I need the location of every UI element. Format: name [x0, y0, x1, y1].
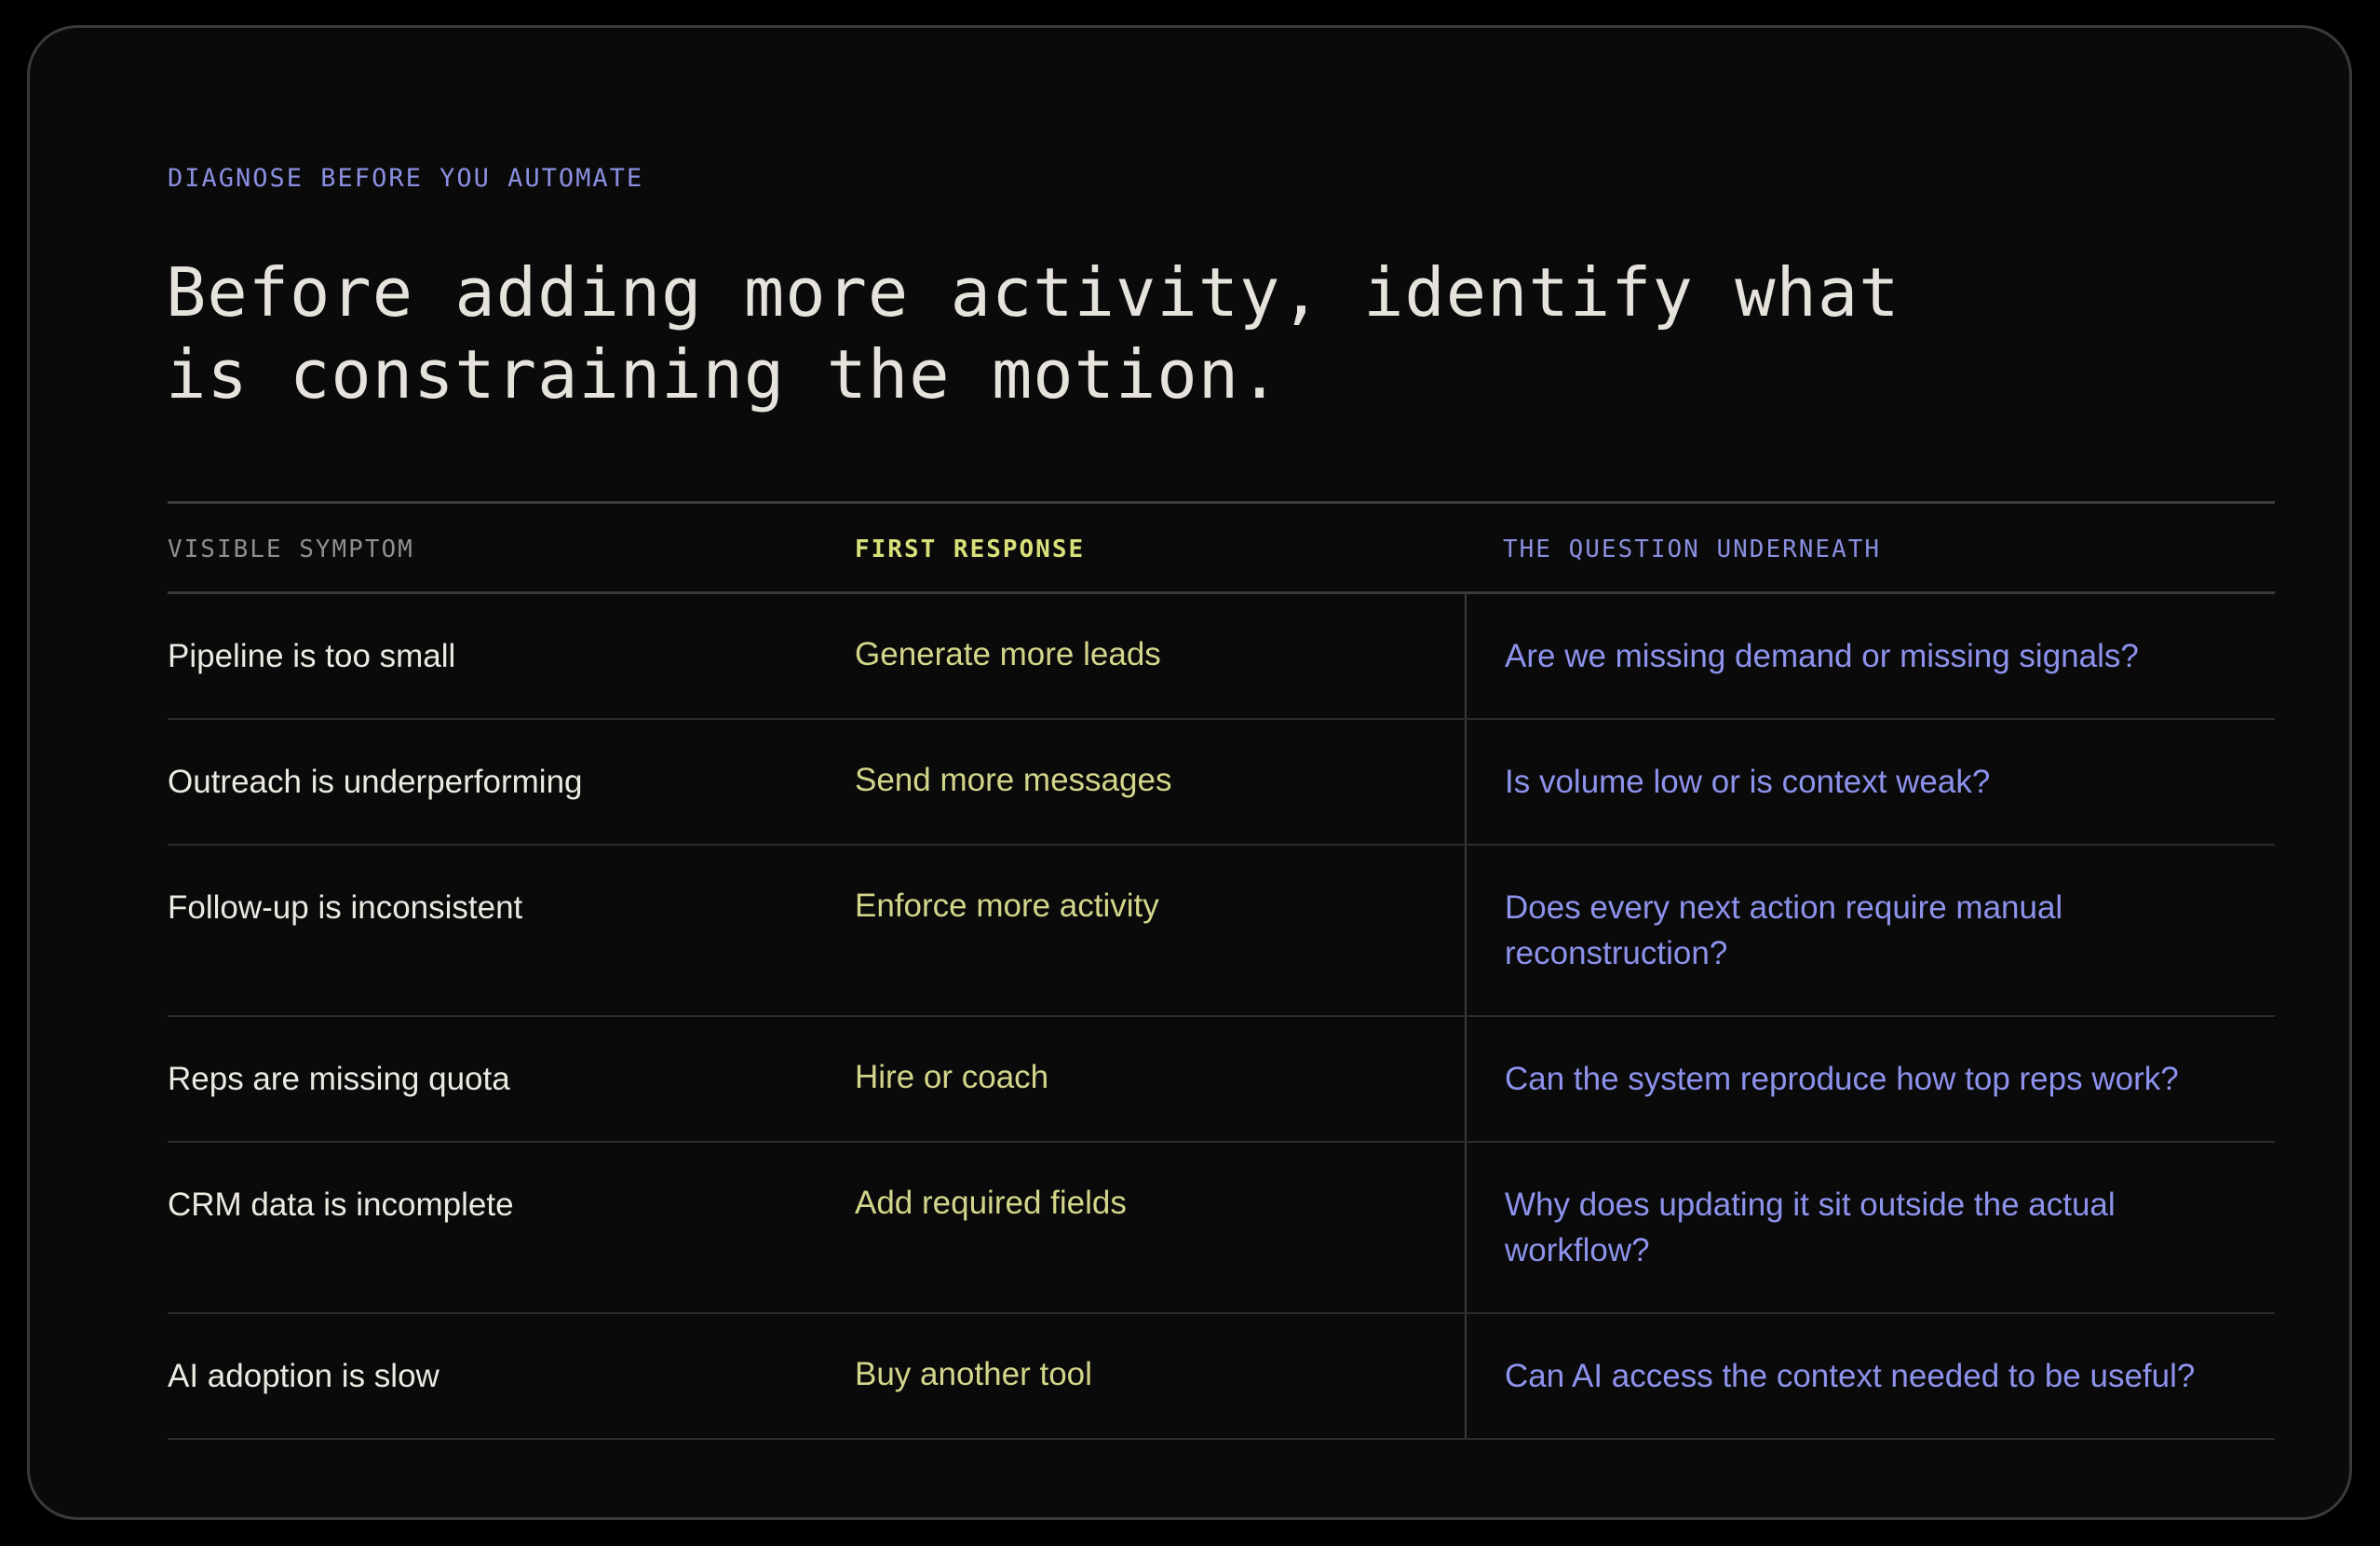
column-divider [1465, 1314, 1467, 1438]
diagnosis-table: VISIBLE SYMPTOM FIRST RESPONSE THE QUEST… [168, 501, 2275, 1440]
column-divider [1465, 1017, 1467, 1141]
table-row: Pipeline is too small Generate more lead… [168, 594, 2275, 720]
table-row: Follow-up is inconsistent Enforce more a… [168, 846, 2275, 1017]
table-row: AI adoption is slow Buy another tool Can… [168, 1314, 2275, 1440]
response-cell: Send more messages [855, 762, 1172, 798]
column-divider [1465, 1143, 1467, 1312]
eyebrow-label: DIAGNOSE BEFORE YOU AUTOMATE [168, 164, 644, 193]
column-divider [1465, 846, 1467, 1015]
symptom-cell: Reps are missing quota [168, 1061, 510, 1097]
column-header-first-response: FIRST RESPONSE [855, 536, 1086, 563]
symptom-cell: Follow-up is inconsistent [168, 889, 523, 926]
table-header-row: VISIBLE SYMPTOM FIRST RESPONSE THE QUEST… [168, 504, 2275, 594]
page-title-line-2: is constraining the motion. [166, 335, 1281, 414]
response-cell: Hire or coach [855, 1059, 1049, 1095]
question-cell: Can the system reproduce how top reps wo… [1505, 1061, 2179, 1097]
column-divider [1465, 720, 1467, 844]
table-row: Reps are missing quota Hire or coach Can… [168, 1017, 2275, 1143]
symptom-cell: AI adoption is slow [168, 1358, 439, 1394]
symptom-cell: CRM data is incomplete [168, 1187, 514, 1223]
response-cell: Generate more leads [855, 636, 1161, 672]
column-header-visible-symptom: VISIBLE SYMPTOM [168, 536, 414, 563]
symptom-cell: Outreach is underperforming [168, 764, 583, 800]
symptom-cell: Pipeline is too small [168, 638, 456, 674]
response-cell: Enforce more activity [855, 888, 1159, 924]
question-cell: Are we missing demand or missing signals… [1505, 638, 2139, 674]
question-cell: Is volume low or is context weak? [1505, 764, 1991, 800]
page-title: Before adding more activity, identify wh… [166, 251, 2028, 415]
column-divider [1465, 594, 1467, 718]
response-cell: Buy another tool [855, 1356, 1092, 1392]
question-cell: Can AI access the context needed to be u… [1505, 1358, 2196, 1394]
question-cell: Why does updating it sit outside the act… [1505, 1187, 2116, 1268]
table-row: CRM data is incomplete Add required fiel… [168, 1143, 2275, 1314]
column-header-question-underneath: THE QUESTION UNDERNEATH [1503, 536, 1882, 563]
response-cell: Add required fields [855, 1185, 1127, 1221]
page-title-line-1: Before adding more activity, identify wh… [166, 253, 1900, 332]
question-cell: Does every next action require manual re… [1505, 889, 2063, 971]
table-row: Outreach is underperforming Send more me… [168, 720, 2275, 846]
diagnosis-card: DIAGNOSE BEFORE YOU AUTOMATE Before addi… [27, 25, 2352, 1520]
